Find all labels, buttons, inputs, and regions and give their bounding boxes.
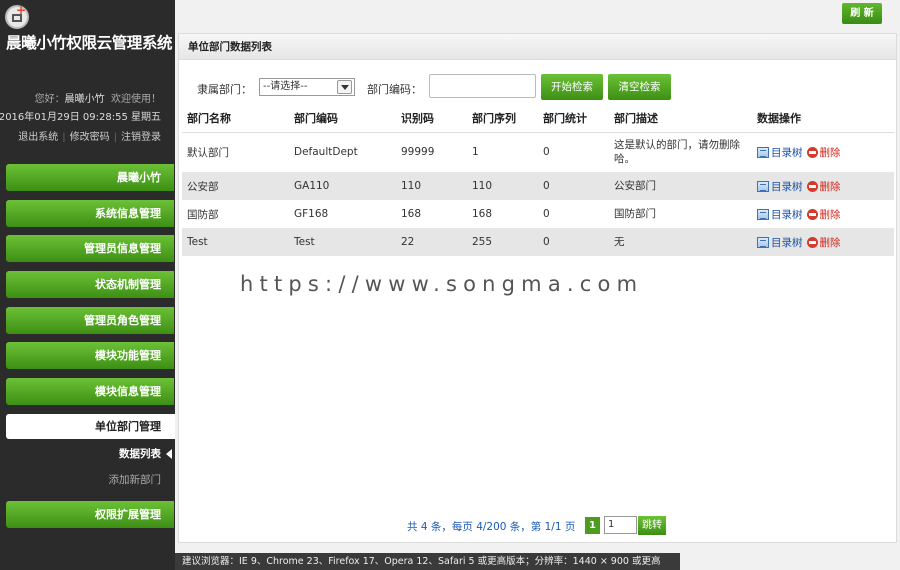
table-header-row: 部门名称 部门编码 识别码 部门序列 部门统计 部门描述 数据操作 [182, 104, 894, 133]
cell-code: GF168 [294, 208, 329, 220]
dept-code-label: 部门编码： [367, 83, 422, 96]
delete-icon [806, 180, 818, 192]
logo-icon: + [5, 4, 29, 29]
cell-count: 0 [538, 228, 609, 256]
search-button[interactable]: 开始检索 [541, 74, 603, 100]
sidebar-item-system-info[interactable]: 系统信息管理 [6, 200, 174, 227]
col-header-description: 部门描述 [609, 104, 752, 133]
cell-name: 国防部 [187, 208, 219, 221]
sign-out-link[interactable]: 注销登录 [121, 132, 161, 143]
app-title: 晨曦小竹权限云管理系统 [6, 34, 173, 52]
cell-description: 无 [609, 228, 752, 256]
table-row: 公安部 GA110 110 110 0 公安部门 目录树 删除 [182, 172, 894, 200]
table-row: 国防部 GF168 168 168 0 国防部门 目录树 删除 [182, 200, 894, 228]
cell-name: 公安部 [182, 172, 289, 200]
sidebar-item-home[interactable]: 晨曦小竹 [6, 164, 174, 191]
cell-actions: 目录树 删除 [752, 172, 894, 200]
parent-dept-select[interactable]: --请选择-- [259, 78, 355, 96]
sidebar: + 晨曦小竹权限云管理系统 您好：晨曦小竹 欢迎使用！ 2016年01月29日 … [0, 0, 175, 570]
chevron-down-icon [337, 80, 352, 94]
page-number-current[interactable]: 1 [585, 517, 600, 534]
cell-name: 默认部门 [187, 146, 229, 159]
table-row: Test Test 22 255 0 无 目录树 删除 [182, 228, 894, 256]
tree-link[interactable]: 目录树 [771, 209, 803, 221]
browser-requirements-bar: 建议浏览器：IE 9、Chrome 23、Firefox 17、Opera 12… [175, 553, 680, 570]
sidebar-subitem-data-list[interactable]: 数据列表 [119, 446, 172, 461]
cell-description: 国防部门 [614, 208, 656, 220]
current-datetime: 2016年01月29日 09:28:55 星期五 [0, 112, 161, 123]
cell-id: 22 [396, 228, 467, 256]
delete-icon [806, 208, 818, 220]
delete-icon [806, 236, 818, 248]
delete-link[interactable]: 删除 [820, 209, 841, 221]
panel-title: 单位部门数据列表 [179, 34, 896, 60]
cell-count: 0 [538, 172, 609, 200]
tree-link[interactable]: 目录树 [771, 237, 803, 249]
sidebar-item-module-info[interactable]: 模块信息管理 [6, 378, 174, 405]
logout-link[interactable]: 退出系统 [18, 132, 58, 143]
cell-id: 168 [401, 208, 422, 220]
page-jump-input[interactable]: 1 [604, 516, 637, 534]
cell-actions: 目录树 删除 [752, 228, 894, 256]
cell-sequence: 110 [467, 172, 538, 200]
cell-code: Test [289, 228, 396, 256]
user-greeting: 您好：晨曦小竹 欢迎使用！ [34, 94, 161, 105]
sidebar-item-admin-info[interactable]: 管理员信息管理 [6, 235, 174, 262]
clear-search-button[interactable]: 清空检索 [608, 74, 671, 100]
cell-actions: 目录树 删除 [752, 132, 894, 172]
cell-sequence: 1 [472, 146, 479, 159]
cell-id: 110 [396, 172, 467, 200]
delete-link[interactable]: 删除 [820, 237, 841, 249]
tree-icon [757, 236, 769, 248]
cell-sequence: 168 [472, 208, 493, 220]
cell-description: 公安部门 [609, 172, 752, 200]
parent-dept-select-value: --请选择-- [263, 81, 308, 92]
delete-icon [806, 146, 818, 158]
cell-description: 这是默认的部门，请勿删除哈。 [614, 139, 740, 166]
cell-id: 99999 [401, 146, 435, 159]
col-header-name: 部门名称 [182, 104, 289, 133]
cell-count: 0 [543, 208, 550, 220]
tree-icon [757, 208, 769, 220]
pager-summary: 共 4 条，每页 4/200 条，第 1/1 页 [407, 521, 576, 533]
dept-code-input[interactable] [429, 74, 536, 98]
sidebar-item-admin-roles[interactable]: 管理员角色管理 [6, 307, 174, 334]
col-header-code: 部门编码 [289, 104, 396, 133]
sidebar-subitem-add-department[interactable]: 添加新部门 [109, 472, 162, 487]
sidebar-item-permission-extension[interactable]: 权限扩展管理 [6, 501, 174, 528]
tree-icon [757, 180, 769, 192]
col-header-sequence: 部门序列 [467, 104, 538, 133]
col-header-id: 识别码 [396, 104, 467, 133]
sidebar-item-state-mechanism[interactable]: 状态机制管理 [6, 271, 174, 298]
table-row: 默认部门 DefaultDept 99999 1 0 这是默认的部门，请勿删除哈… [182, 132, 894, 172]
refresh-button[interactable]: 刷 新 [842, 3, 882, 24]
cell-name: Test [182, 228, 289, 256]
watermark-text: https://www.songma.com [240, 272, 644, 296]
cell-sequence: 255 [467, 228, 538, 256]
account-links: 退出系统 | 修改密码 | 注销登录 [18, 132, 161, 143]
parent-dept-label: 隶属部门： [197, 83, 252, 96]
page-jump-button[interactable]: 跳转 [638, 516, 666, 535]
col-header-actions: 数据操作 [752, 104, 894, 133]
col-header-count: 部门统计 [538, 104, 609, 133]
change-password-link[interactable]: 修改密码 [70, 132, 110, 143]
tree-link[interactable]: 目录树 [771, 181, 803, 193]
user-name: 晨曦小竹 [64, 94, 105, 105]
delete-link[interactable]: 删除 [820, 147, 841, 159]
department-table: 部门名称 部门编码 识别码 部门序列 部门统计 部门描述 数据操作 默认部门 D… [182, 104, 894, 256]
delete-link[interactable]: 删除 [820, 181, 841, 193]
sidebar-item-module-functions[interactable]: 模块功能管理 [6, 342, 174, 369]
tree-icon [757, 146, 769, 158]
cell-code: GA110 [289, 172, 396, 200]
cell-actions: 目录树 删除 [752, 200, 894, 228]
cell-code: DefaultDept [294, 146, 358, 159]
sidebar-item-departments[interactable]: 单位部门管理 [6, 414, 175, 439]
tree-link[interactable]: 目录树 [771, 147, 803, 159]
cell-count: 0 [543, 146, 550, 159]
